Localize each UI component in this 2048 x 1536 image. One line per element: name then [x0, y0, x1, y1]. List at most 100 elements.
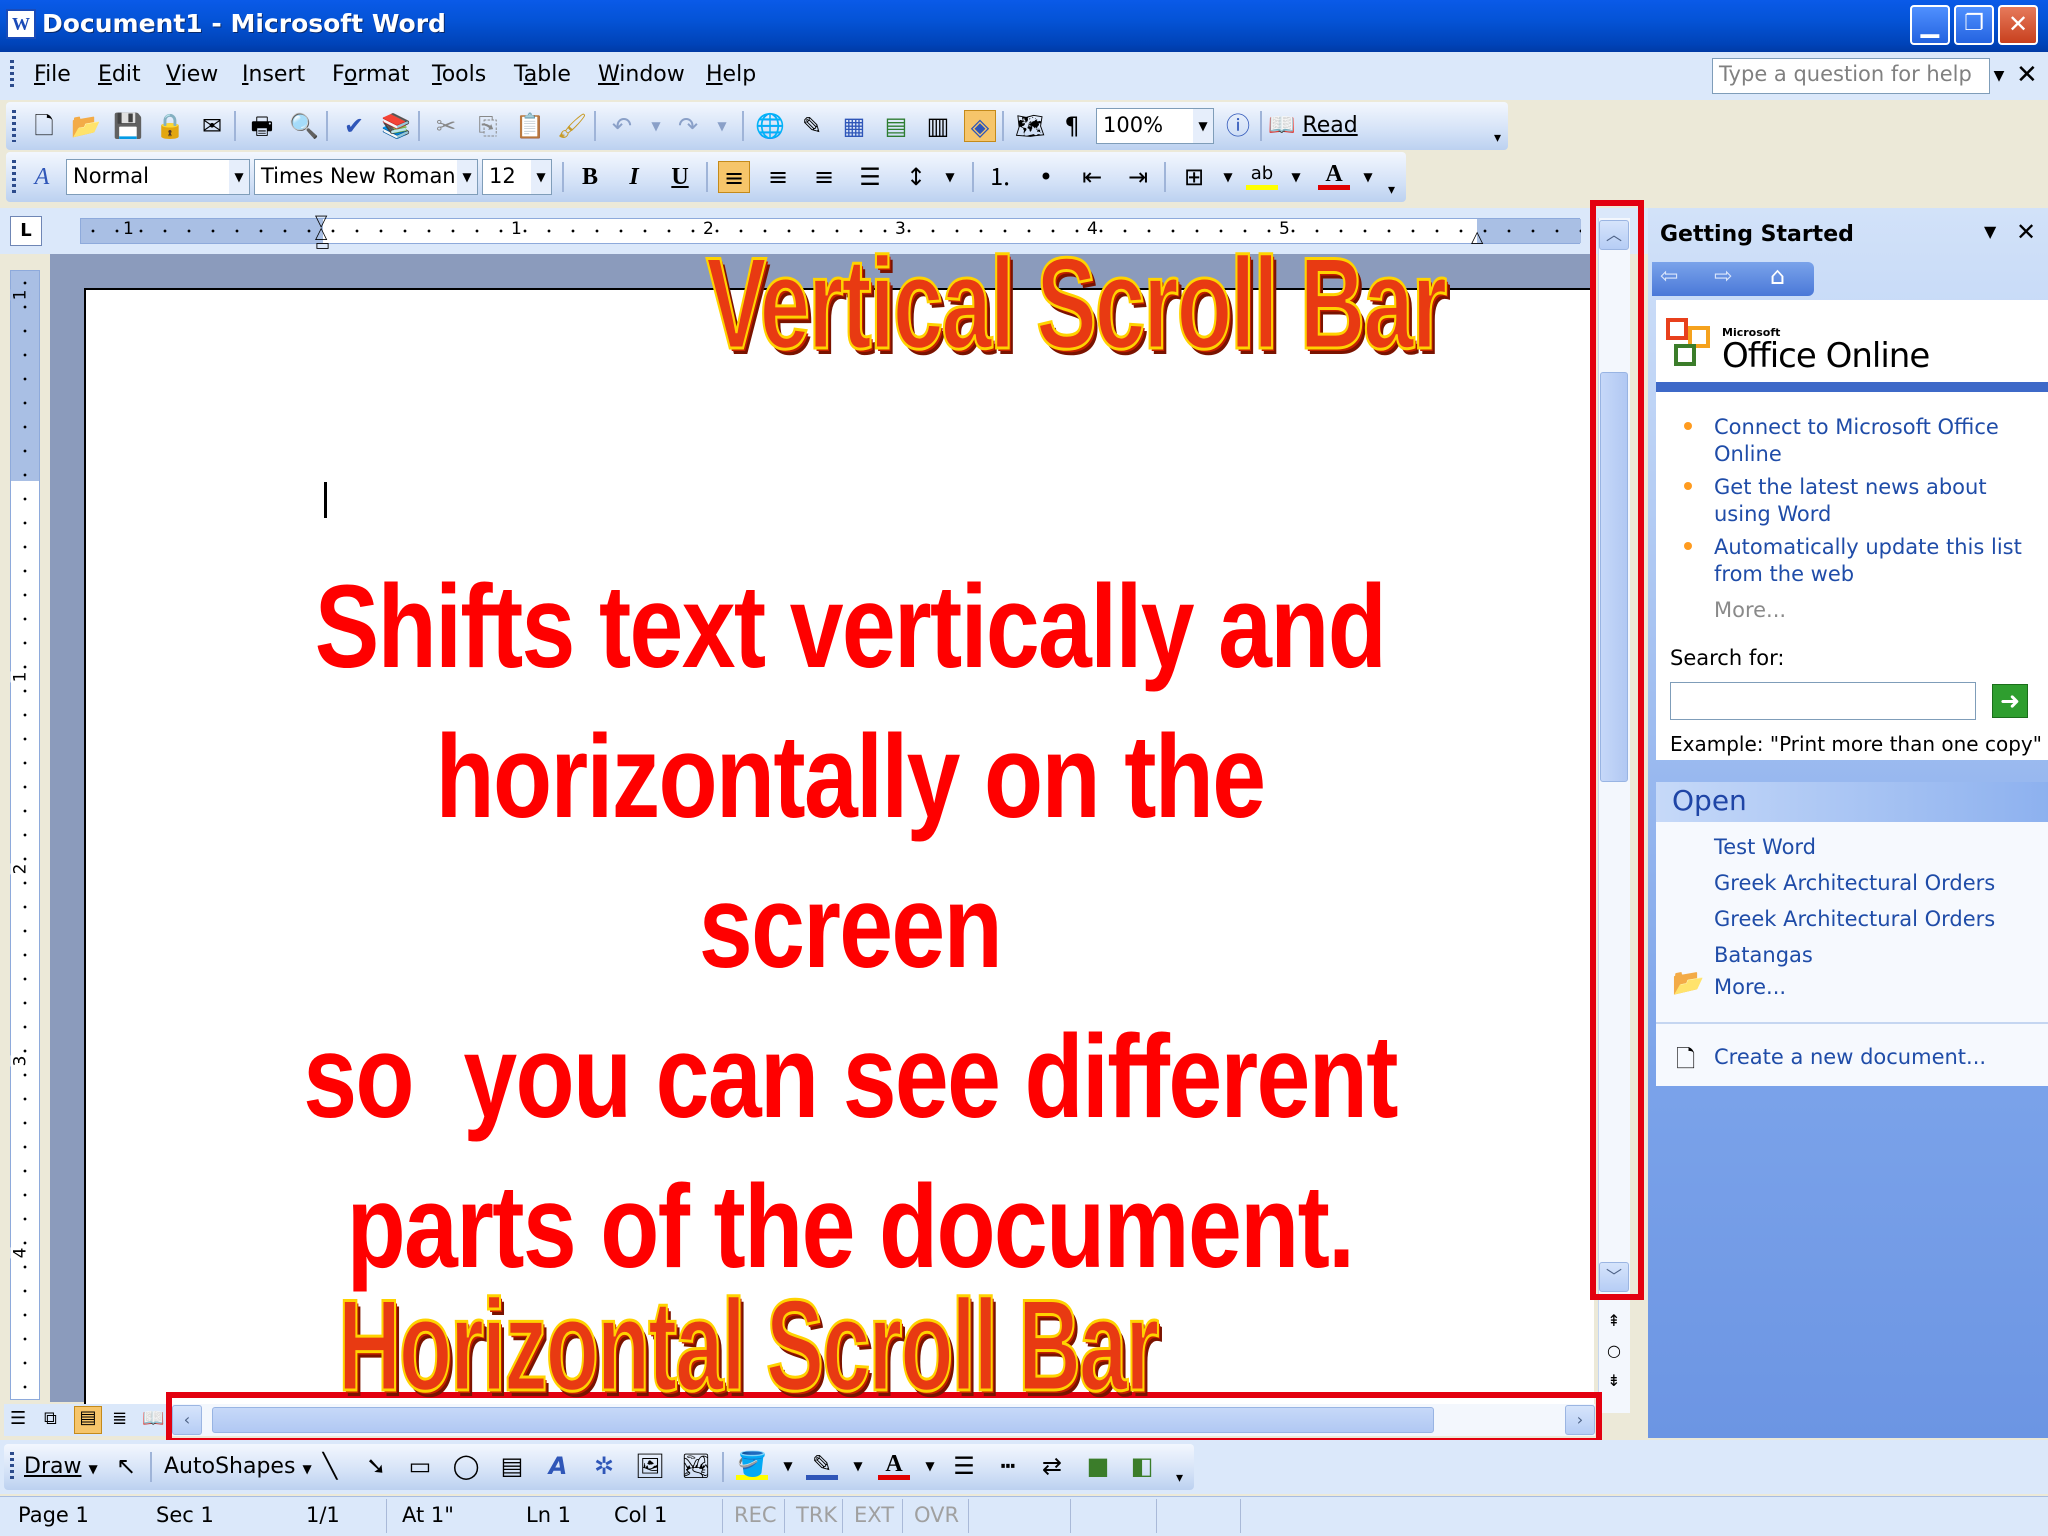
font-color-icon[interactable]: A	[1318, 158, 1350, 190]
recent-file[interactable]: Test Word	[1714, 834, 1816, 861]
fill-color-dropdown-icon[interactable]: ▼	[772, 1450, 804, 1482]
toolbar-options-icon[interactable]: ▾	[1176, 1470, 1183, 1486]
close-button[interactable]: ✕	[1998, 5, 2038, 45]
help-icon[interactable]: ⓘ	[1222, 110, 1254, 142]
chevron-down-icon[interactable]: ▼	[531, 160, 551, 194]
toolbar-grip[interactable]	[12, 110, 16, 142]
font-select[interactable]: Times New Roman ▼	[254, 159, 478, 195]
vertical-ruler[interactable]: 1 1 2 3 4	[10, 270, 40, 1400]
zoom-select[interactable]: 100% ▼	[1096, 108, 1214, 144]
undo-dropdown-icon[interactable]: ▼	[640, 110, 672, 142]
draw-menu-button[interactable]: Draw ▼	[24, 1454, 98, 1479]
status-ovr[interactable]: OVR	[914, 1503, 959, 1527]
shadow-style-icon[interactable]: ■	[1082, 1450, 1114, 1482]
chevron-down-icon[interactable]: ▼	[1193, 109, 1213, 143]
print-layout-icon[interactable]: ▤	[74, 1406, 102, 1434]
borders-icon[interactable]: ⊞	[1178, 161, 1210, 193]
create-new-document-link[interactable]: Create a new document...	[1714, 1044, 1986, 1071]
fill-color-icon[interactable]: 🪣	[736, 1448, 768, 1480]
menu-table[interactable]: Table	[514, 62, 571, 87]
status-rec[interactable]: REC	[734, 1503, 777, 1527]
link-auto-update[interactable]: Automatically update this list from the …	[1714, 534, 2034, 588]
help-dropdown-icon[interactable]: ▼	[1988, 58, 2010, 94]
menu-view[interactable]: View	[166, 62, 218, 87]
link-latest-news[interactable]: Get the latest news about using Word	[1714, 474, 2034, 528]
permission-icon[interactable]: 🔒	[154, 110, 186, 142]
menu-window[interactable]: Window	[598, 62, 685, 87]
align-right-icon[interactable]: ≡	[808, 161, 840, 193]
3d-style-icon[interactable]: ◧	[1126, 1450, 1158, 1482]
highlight-dropdown-icon[interactable]: ▼	[1280, 161, 1312, 193]
chevron-down-icon[interactable]: ▼	[229, 160, 249, 194]
menu-grip[interactable]	[10, 60, 14, 90]
menu-edit[interactable]: Edit	[98, 62, 141, 87]
paste-icon[interactable]: 📋	[514, 110, 546, 142]
menu-insert[interactable]: Insert	[242, 62, 305, 87]
search-go-button[interactable]: ➜	[1992, 684, 2028, 718]
web-layout-icon[interactable]: ⧉	[44, 1408, 57, 1429]
menu-format[interactable]: Format	[332, 62, 410, 87]
open-more-link[interactable]: More...	[1714, 974, 1786, 1001]
font-color-dropdown-icon[interactable]: ▼	[1352, 161, 1384, 193]
recent-file[interactable]: Batangas	[1714, 942, 1813, 969]
clip-art-icon[interactable]: 🖼	[634, 1450, 666, 1482]
recent-file[interactable]: Greek Architectural Orders	[1714, 870, 1995, 897]
status-trk[interactable]: TRK	[796, 1503, 837, 1527]
recent-file[interactable]: Greek Architectural Orders	[1714, 906, 1995, 933]
toolbar-options-icon[interactable]: ▾	[1494, 130, 1501, 146]
style-select[interactable]: Normal ▼	[66, 159, 250, 195]
hyperlink-icon[interactable]: 🌐	[754, 110, 786, 142]
normal-view-icon[interactable]: ☰	[10, 1408, 26, 1429]
right-indent-marker-icon[interactable]: △	[1471, 227, 1483, 246]
columns-icon[interactable]: ▥	[922, 110, 954, 142]
arrow-style-icon[interactable]: ⇄	[1036, 1450, 1068, 1482]
highlight-icon[interactable]: ab	[1246, 158, 1278, 190]
status-ext[interactable]: EXT	[854, 1503, 894, 1527]
read-button[interactable]: 📖 Read	[1268, 110, 1358, 142]
task-pane-menu-icon[interactable]: ▼	[1984, 222, 1996, 241]
task-pane-close-icon[interactable]: ✕	[2016, 218, 2036, 246]
document-map-icon[interactable]: 🗺	[1014, 110, 1046, 142]
more-link[interactable]: More...	[1714, 598, 1786, 622]
line-color-icon[interactable]: ✎	[806, 1448, 838, 1480]
underline-button[interactable]: U	[664, 161, 696, 193]
toolbar-grip[interactable]	[10, 1452, 14, 1482]
minimize-button[interactable]: ▁	[1910, 5, 1950, 45]
menu-help[interactable]: Help	[706, 62, 756, 87]
spelling-icon[interactable]: ✔	[338, 110, 370, 142]
redo-icon[interactable]: ↷	[672, 110, 704, 142]
previous-page-icon[interactable]: ⇞	[1600, 1306, 1628, 1336]
document-close-button[interactable]: ✕	[2016, 60, 2038, 90]
insert-table-icon[interactable]: ▦	[838, 110, 870, 142]
new-document-icon[interactable]: 🗋	[28, 110, 60, 142]
help-search-input[interactable]: Type a question for help	[1712, 58, 1990, 94]
format-painter-icon[interactable]: 🖌	[556, 110, 588, 142]
outline-view-icon[interactable]: ≣	[112, 1408, 127, 1429]
forward-arrow-icon[interactable]: ⇨	[1714, 264, 1732, 289]
menu-file[interactable]: File	[34, 62, 71, 87]
dash-style-icon[interactable]: ┅	[992, 1450, 1024, 1482]
next-page-icon[interactable]: ⇟	[1600, 1366, 1628, 1396]
autoshapes-menu-button[interactable]: AutoShapes ▼	[164, 1454, 312, 1479]
borders-dropdown-icon[interactable]: ▼	[1212, 161, 1244, 193]
draw-font-color-icon[interactable]: A	[878, 1448, 910, 1480]
line-icon[interactable]: ╲	[314, 1450, 346, 1482]
picture-icon[interactable]: 🏞	[680, 1450, 712, 1482]
save-icon[interactable]: 💾	[112, 110, 144, 142]
text-box-icon[interactable]: ▤	[496, 1450, 528, 1482]
font-color-dropdown-icon[interactable]: ▼	[914, 1450, 946, 1482]
undo-icon[interactable]: ↶	[606, 110, 638, 142]
indent-marker-icon[interactable]: ▽ △ ▭	[315, 213, 330, 253]
show-formatting-icon[interactable]: ¶	[1056, 110, 1088, 142]
reading-layout-icon[interactable]: 📖	[142, 1408, 164, 1429]
print-icon[interactable]: 🖶	[246, 110, 278, 142]
numbering-icon[interactable]: ⒈	[984, 161, 1016, 193]
link-connect-office-online[interactable]: Connect to Microsoft Office Online	[1714, 414, 2034, 468]
wordart-icon[interactable]: A	[542, 1450, 574, 1482]
justify-icon[interactable]: ☰	[854, 161, 886, 193]
research-icon[interactable]: 📚	[380, 110, 412, 142]
word-app-icon[interactable]: W	[6, 9, 36, 39]
styles-formatting-icon[interactable]: A	[26, 161, 58, 193]
back-arrow-icon[interactable]: ⇦	[1660, 264, 1678, 289]
tab-selector[interactable]: L	[10, 216, 42, 246]
